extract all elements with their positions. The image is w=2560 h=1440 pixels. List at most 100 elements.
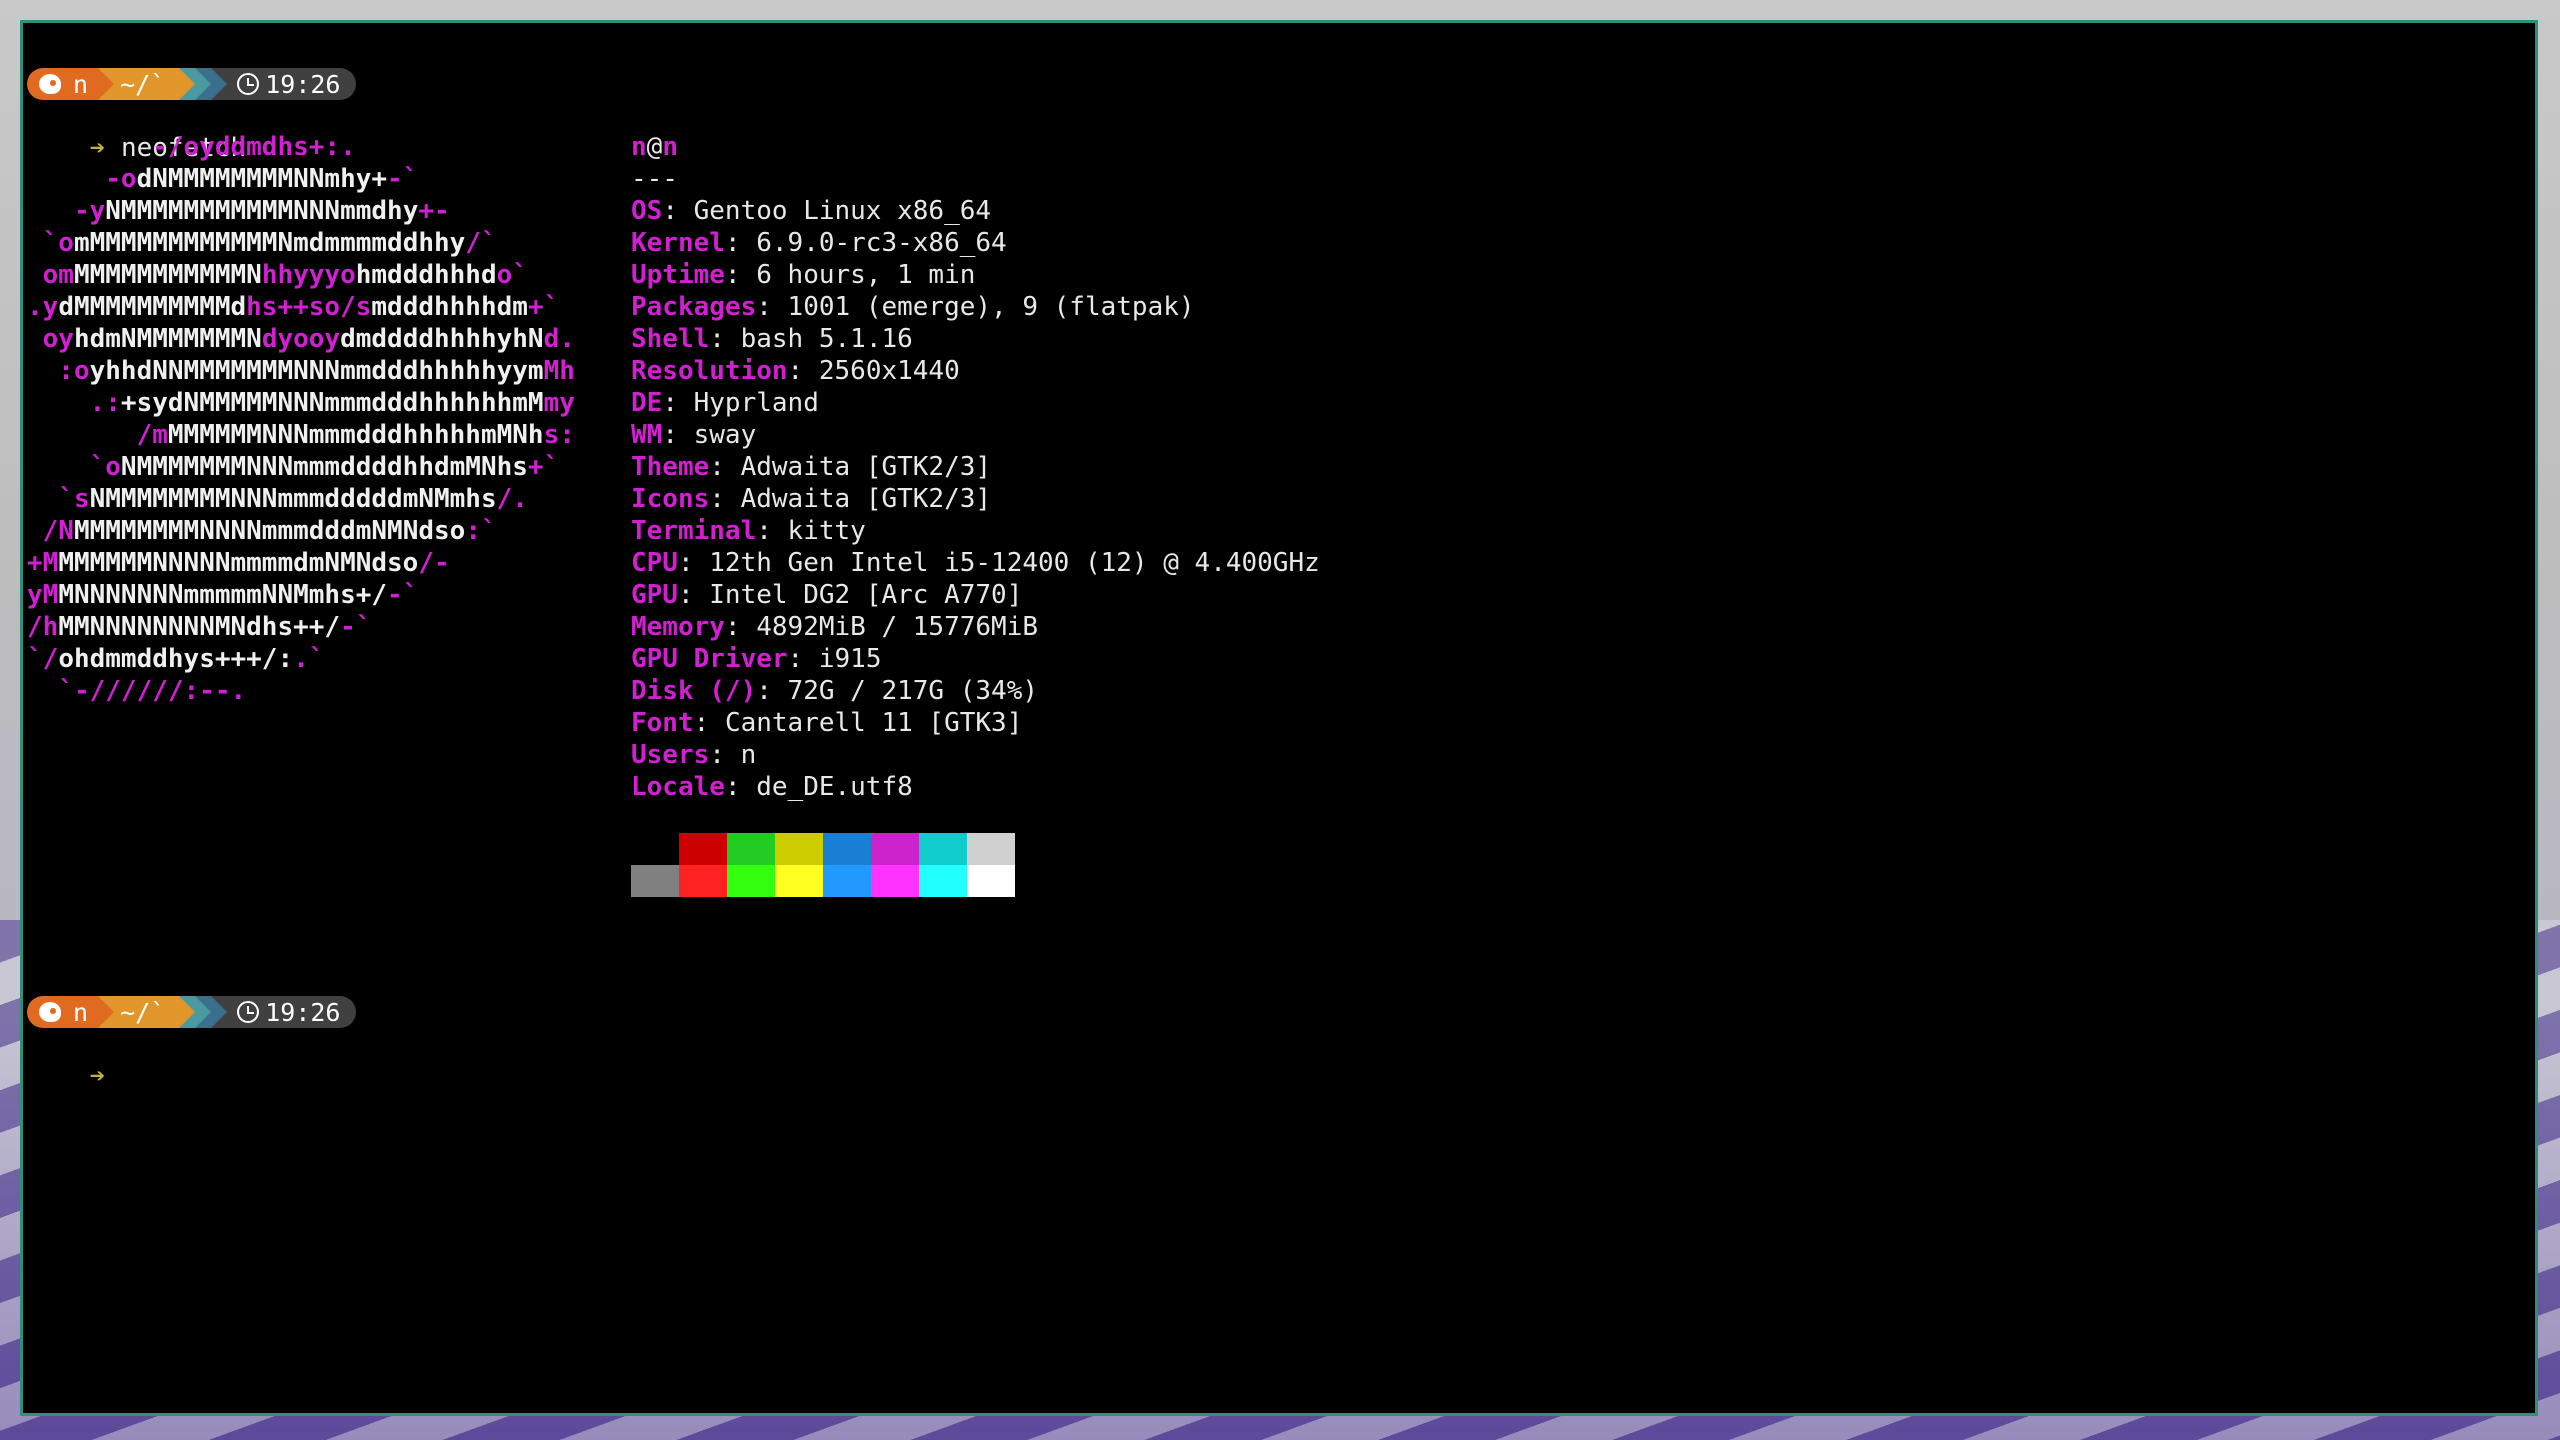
system-info: n@n --- OS: Gentoo Linux x86_64 Kernel: 6… [631,131,1320,803]
logo-line: `/ohdmmddhys+++/:.` [27,643,575,675]
info-value: bash 5.1.16 [740,324,913,354]
logo-segment: +- [418,196,450,226]
info-value: Adwaita [GTK2/3] [740,452,992,482]
logo-segment: my [543,388,575,418]
logo-segment: /N [27,516,74,546]
info-row: Icons: Adwaita [GTK2/3] [631,484,992,514]
logo-segment: hmdddhhhd [355,260,497,290]
logo-line: omMMMMMMMMMMMNhhyyyohmdddhhhdo` [27,259,575,291]
info-row: Terminal: kitty [631,516,866,546]
info-value: Gentoo Linux x86_64 [693,196,992,226]
logo-line: -yNMMMMMMMMMMMNNNmmdhy+- [27,195,575,227]
logo-segment: `o [27,228,74,258]
info-row: DE: Hyprland [631,388,819,418]
logo-segment: .: [27,388,121,418]
logo-segment: hdmNMMMMMMMN [73,324,262,354]
info-row: Disk (/): 72G / 217G (34%) [631,676,1038,706]
logo-segment: `/ [27,644,59,674]
info-row: Kernel: 6.9.0-rc3-x86_64 [631,228,1007,258]
info-value: Adwaita [GTK2/3] [740,484,992,514]
info-key: Uptime [631,260,725,290]
clock-icon [237,1001,260,1023]
info-row: Theme: Adwaita [GTK2/3] [631,452,992,482]
color-swatch [727,865,775,897]
info-key: WM [631,420,663,450]
info-value: 6.9.0-rc3-x86_64 [756,228,1007,258]
logo-line: -/oyddmdhs+:. [27,131,575,163]
logo-line: /hMMNNNNNNNNMNdhs++/-` [27,611,575,643]
info-row: Font: Cantarell 11 [GTK3] [631,708,1023,738]
logo-segment: .` [293,644,325,674]
logo-segment: -o [27,164,137,194]
input-line[interactable]: ➔ [27,1028,106,1091]
color-swatch [967,833,1015,865]
logo-segment: .y [27,292,59,322]
info-row: Shell: bash 5.1.16 [631,324,913,354]
logo-line: .:+sydNMMMMMNNNmmmdddhhhhhhmMmy [27,387,575,419]
logo-line: `-//////:--. [27,675,575,707]
prompt-time: 19:26 [227,68,357,100]
logo-segment: dMMMMMMMMMMd [58,292,247,322]
info-row: Users: n [631,740,757,770]
info-row: GPU: Intel DG2 [Arc A770] [631,580,1023,610]
logo-segment: /- [418,548,450,578]
gentoo-ascii-logo: -/oyddmdhs+:. -odNMMMMMMMMNNmhy+-` -yNMM… [27,131,575,707]
info-key: DE [631,388,663,418]
logo-segment: MMNNNNNNNNMNdhs++/ [58,612,341,642]
logo-segment: om [27,260,74,290]
logo-segment: +M [27,548,59,578]
info-row: GPU Driver: i915 [631,644,882,674]
logo-line: yMMNNNNNNNmmmmmNNMmhs+/-` [27,579,575,611]
info-row: Resolution: 2560x1440 [631,356,960,386]
logo-segment: +sydNMMMMMNNNmmmdddhhhhhhmM [120,388,544,418]
info-key: GPU Driver [631,644,788,674]
info-row: Memory: 4892MiB / 15776MiB [631,612,1038,642]
info-key: Disk (/) [631,676,757,706]
prompt-bar-2: n ~/` 19:26 [27,996,357,1028]
info-row: CPU: 12th Gen Intel i5-12400 (12) @ 4.40… [631,548,1320,578]
info-key: OS [631,196,663,226]
logo-segment: :o [27,356,90,386]
logo-segment: ohdmmddhys+++/: [58,644,294,674]
info-value: Intel DG2 [Arc A770] [709,580,1023,610]
logo-segment: +` [527,452,560,482]
logo-line: +MMMMMMMNNNNNmmmmdmNMNdso/- [27,547,575,579]
info-value: de_DE.utf8 [756,772,913,802]
info-value: 2560x1440 [818,356,960,386]
prompt-caret: ➔ [89,1061,106,1091]
color-swatch [967,865,1015,897]
color-swatch [631,865,679,897]
logo-segment: NMMMMMMMNNNmmmddddhhdmMNhs [120,452,528,482]
info-value: 4892MiB / 15776MiB [756,612,1038,642]
info-title: n@n [631,132,678,162]
info-key: Icons [631,484,710,514]
info-key: Kernel [631,228,725,258]
info-row: Uptime: 6 hours, 1 min [631,260,976,290]
logo-segment: MMMMMMMMNNNNmmmdddmNMNdso [73,516,466,546]
prompt-user: n [67,996,99,1028]
logo-segment: NMMMMMMMMMMMNNNmmdhy [105,196,419,226]
logo-line: `oNMMMMMMMNNNmmmddddhhdmMNhs+` [27,451,575,483]
command-line: ➔ neofetch [27,100,247,163]
logo-segment: Mh [543,356,575,386]
info-key: GPU [631,580,678,610]
info-key: Shell [631,324,710,354]
logo-segment: oy [27,324,74,354]
logo-segment: +` [527,292,560,322]
logo-segment: MMMMMMNNNNNmmmmdmNMNdso [58,548,419,578]
logo-segment: `s [27,484,90,514]
info-value: kitty [787,516,866,546]
logo-segment: dyooy [261,324,341,354]
prompt-bar: n ~/` 19:26 [27,68,357,100]
logo-segment: MMMMMMMMMMMN [73,260,262,290]
logo-segment: -/oyddmdhs+:. [27,132,356,162]
logo-segment: -y [27,196,106,226]
info-value: n [740,740,757,770]
logo-segment: -` [387,164,419,194]
logo-line: /NMMMMMMMMNNNNmmmdddmNMNdso:` [27,515,575,547]
info-value: 72G / 217G (34%) [787,676,1038,706]
info-value: 6 hours, 1 min [756,260,976,290]
terminal-window[interactable]: n ~/` 19:26 ➔ neofetch -/oyddmdhs+:. -od… [20,20,2538,1416]
info-key: Theme [631,452,710,482]
info-key: Locale [631,772,725,802]
